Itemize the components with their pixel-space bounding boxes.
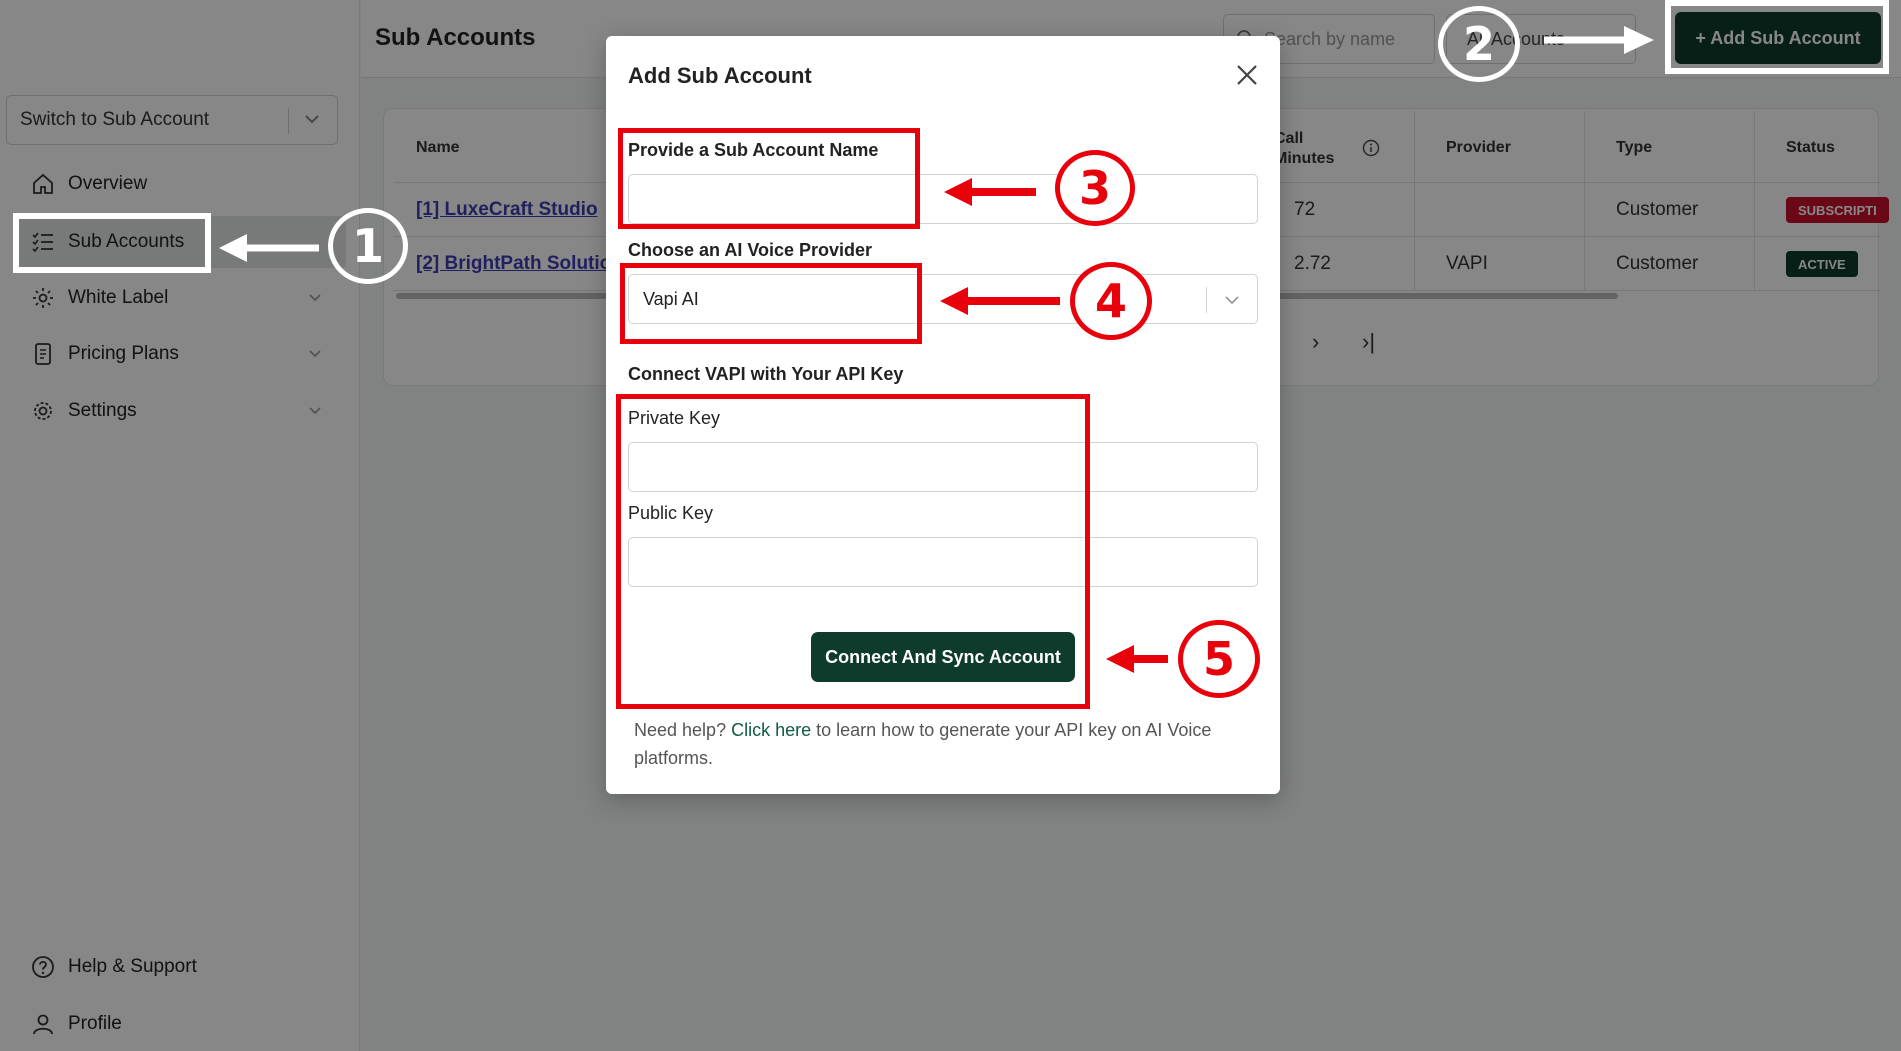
annotation-highlight-box [616,394,1090,709]
annotation-highlight-box [1665,0,1889,74]
help-link[interactable]: Click here [731,720,811,740]
annotation-number-4: 4 [1070,262,1152,340]
chevron-down-icon [1225,296,1239,305]
select-divider [1206,287,1207,313]
annotation-arrow-left-icon [940,287,1060,315]
annotation-number-5: 5 [1178,620,1260,698]
annotation-highlight-box [13,213,211,273]
close-icon[interactable] [1232,60,1262,90]
annotation-number-2: 2 [1438,6,1520,82]
voice-provider-label: Choose an AI Voice Provider [628,240,873,260]
annotation-number-1: 1 [328,208,408,284]
annotation-arrow-left-icon [219,234,319,262]
modal-title: Add Sub Account [628,63,812,88]
annotation-arrow-left-icon [944,178,1036,206]
annotation-highlight-box [618,128,920,229]
annotation-arrow-left-icon [1106,645,1168,673]
annotation-highlight-box [620,263,922,344]
connect-api-heading: Connect VAPI with Your API Key [628,364,904,384]
help-prefix: Need help? [634,720,727,740]
annotation-arrow-right-icon [1544,26,1654,54]
annotation-number-3: 3 [1055,150,1135,226]
help-text: Need help? Click here to learn how to ge… [634,716,1254,772]
